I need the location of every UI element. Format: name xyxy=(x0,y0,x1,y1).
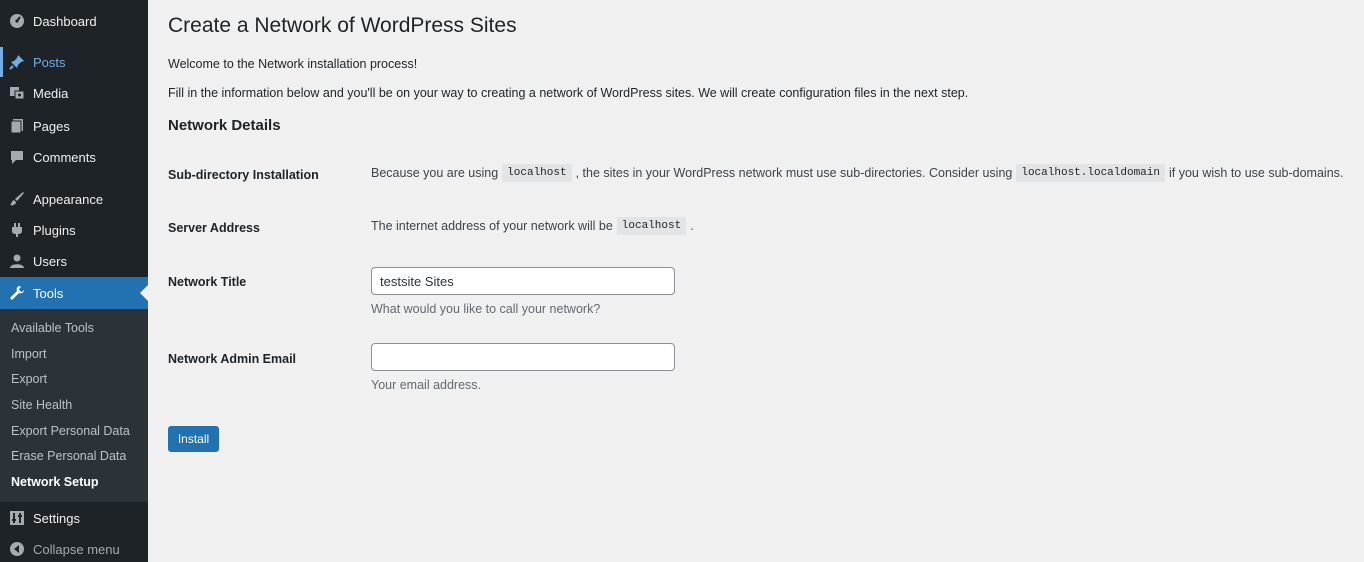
collapse-menu-button[interactable]: Collapse menu xyxy=(0,534,148,562)
menu-tools[interactable]: Tools xyxy=(0,277,148,309)
subdirectory-text-3: if you wish to use sub-domains. xyxy=(1168,166,1344,180)
media-icon xyxy=(9,85,25,101)
subdirectory-text-2: , the sites in your WordPress network mu… xyxy=(575,166,1013,180)
intro-text: Fill in the information below and you'll… xyxy=(168,86,969,100)
network-title-input[interactable] xyxy=(371,267,675,295)
menu-pages-label: Pages xyxy=(33,118,70,134)
menu-posts[interactable]: Posts xyxy=(0,47,148,77)
install-button[interactable]: Install xyxy=(168,426,219,452)
menu-plugins-label: Plugins xyxy=(33,222,76,238)
submenu-network-setup[interactable]: Network Setup xyxy=(11,475,99,489)
localdomain-code: localhost.localdomain xyxy=(1016,164,1165,182)
pin-icon xyxy=(9,54,25,70)
dashboard-icon xyxy=(9,13,25,29)
menu-appearance[interactable]: Appearance xyxy=(0,184,148,214)
submenu-site-health[interactable]: Site Health xyxy=(11,398,72,412)
menu-plugins[interactable]: Plugins xyxy=(0,215,148,245)
subdirectory-label: Sub-directory Installation xyxy=(168,168,319,182)
submenu-available-tools[interactable]: Available Tools xyxy=(11,321,94,335)
page-title: Create a Network of WordPress Sites xyxy=(168,14,517,37)
brush-icon xyxy=(9,191,25,207)
settings-icon xyxy=(9,510,25,526)
menu-settings[interactable]: Settings xyxy=(0,503,148,533)
menu-comments[interactable]: Comments xyxy=(0,142,148,172)
server-address-description: The internet address of your network wil… xyxy=(371,217,694,235)
menu-settings-label: Settings xyxy=(33,510,80,526)
network-title-label: Network Title xyxy=(168,275,247,289)
menu-users[interactable]: Users xyxy=(0,246,148,276)
admin-email-input[interactable] xyxy=(371,343,675,371)
pages-icon xyxy=(9,118,25,134)
menu-media-label: Media xyxy=(33,85,69,101)
user-icon xyxy=(9,253,25,269)
admin-email-description: Your email address. xyxy=(371,378,482,392)
comments-icon xyxy=(9,149,25,165)
main-content: Create a Network of WordPress Sites Welc… xyxy=(148,0,1364,562)
menu-comments-label: Comments xyxy=(33,149,96,165)
menu-users-label: Users xyxy=(33,253,67,269)
collapse-icon xyxy=(9,541,25,557)
menu-media[interactable]: Media xyxy=(0,78,148,108)
subdirectory-description: Because you are using localhost , the si… xyxy=(371,164,1343,182)
menu-appearance-label: Appearance xyxy=(33,191,104,207)
localhost-code: localhost xyxy=(502,164,572,182)
submenu-erase-personal-data[interactable]: Erase Personal Data xyxy=(11,449,126,463)
network-title-description: What would you like to call your network… xyxy=(371,302,601,316)
welcome-text: Welcome to the Network installation proc… xyxy=(168,57,418,71)
menu-pages[interactable]: Pages xyxy=(0,111,148,141)
admin-email-label: Network Admin Email xyxy=(168,352,297,366)
menu-posts-label: Posts xyxy=(33,54,66,70)
plugin-icon xyxy=(9,222,25,238)
menu-dashboard[interactable]: Dashboard xyxy=(0,6,148,36)
submenu-export-personal-data[interactable]: Export Personal Data xyxy=(11,424,130,438)
submenu-export[interactable]: Export xyxy=(11,372,47,386)
wrench-icon xyxy=(9,285,25,301)
collapse-menu-label: Collapse menu xyxy=(33,541,120,557)
server-address-label: Server Address xyxy=(168,221,260,235)
server-address-code: localhost xyxy=(616,217,687,235)
submenu-import[interactable]: Import xyxy=(11,347,46,361)
section-title: Network Details xyxy=(168,117,281,134)
admin-sidebar: Dashboard Posts Media Pages Comments App… xyxy=(0,0,148,562)
tools-submenu: Available Tools Import Export Site Healt… xyxy=(0,309,148,502)
server-address-text-2: . xyxy=(690,219,694,233)
active-indicator xyxy=(0,47,3,77)
server-address-text-1: The internet address of your network wil… xyxy=(371,219,613,233)
menu-dashboard-label: Dashboard xyxy=(33,13,97,29)
menu-tools-label: Tools xyxy=(33,285,64,301)
subdirectory-text-1: Because you are using xyxy=(371,166,499,180)
